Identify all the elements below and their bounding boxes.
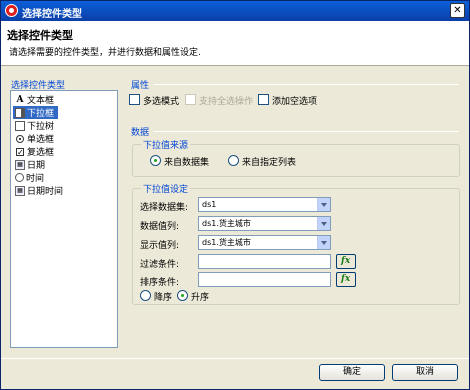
sort-desc-label: 降序 <box>154 293 173 303</box>
dataset-label: 选择数据集: <box>140 203 189 213</box>
type-item-radio[interactable]: 单选框 <box>13 132 58 145</box>
select-all-label: 支持全选操作 <box>199 97 254 107</box>
source-list-label: 来自指定列表 <box>242 158 297 168</box>
properties-divider <box>154 84 459 85</box>
footer-divider <box>1 358 469 359</box>
properties-label: 属性 <box>131 81 150 91</box>
source-list-radio[interactable] <box>228 155 239 166</box>
type-item-label: 日期 <box>27 161 46 171</box>
title-bar[interactable]: 选择控件类型 ✕ <box>1 1 469 21</box>
radio-icon <box>16 134 24 143</box>
filter-label: 过滤条件: <box>140 260 180 270</box>
dialog-window: 选择控件类型 ✕ 选择控件类型 请选择需要的控件类型，并进行数据和属性设定. 选… <box>0 0 470 390</box>
dataset-select[interactable]: ds1 <box>198 197 331 212</box>
type-item-combobox[interactable]: 下拉框 <box>13 106 59 119</box>
type-item-date[interactable]: ▦ 日期 <box>13 158 49 171</box>
type-item-datetime[interactable]: ▦ 日期时间 <box>13 184 67 197</box>
cancel-button[interactable]: 取消 <box>392 364 458 381</box>
type-item-tree[interactable]: 下拉树 <box>13 119 58 132</box>
sort-asc-radio[interactable] <box>177 290 188 301</box>
combobox-icon <box>15 107 25 118</box>
formula-icon: fx <box>341 274 351 284</box>
type-item-label: 下拉树 <box>27 122 55 132</box>
chevron-down-icon[interactable] <box>317 198 330 211</box>
sort-desc-radio[interactable] <box>140 290 151 301</box>
tree-icon <box>15 120 25 131</box>
sort-label: 排序条件: <box>140 278 180 288</box>
settings-groupbox: 下拉值设定 选择数据集: ds1 数据值列: ds1.货主城市 显示值列: ds… <box>132 182 460 305</box>
window-title: 选择控件类型 <box>22 9 82 20</box>
select-all-checkbox[interactable] <box>185 94 196 105</box>
source-group-title: 下拉值来源 <box>141 138 191 151</box>
data-divider <box>154 131 459 132</box>
data-column-label: 数据值列: <box>140 222 180 232</box>
close-button[interactable]: ✕ <box>450 3 465 18</box>
sort-input[interactable] <box>198 272 331 287</box>
dialog-header: 选择控件类型 请选择需要的控件类型，并进行数据和属性设定. <box>1 21 469 66</box>
header-title: 选择控件类型 <box>7 29 73 42</box>
dataset-select-value: ds1 <box>202 200 217 209</box>
sort-asc-label: 升序 <box>191 293 210 303</box>
header-description: 请选择需要的控件类型，并进行数据和属性设定. <box>9 48 201 58</box>
display-column-select-value: ds1.货主城市 <box>202 238 251 247</box>
sort-formula-button[interactable]: fx <box>336 272 356 287</box>
datetime-icon: ▦ <box>15 185 25 196</box>
data-column-select-value: ds1.货主城市 <box>202 219 251 228</box>
filter-input[interactable] <box>198 254 331 269</box>
source-dataset-label: 来自数据集 <box>164 158 210 168</box>
checkbox-icon: ✓ <box>16 147 24 157</box>
multi-select-label: 多选模式 <box>143 97 180 107</box>
filter-formula-button[interactable]: fx <box>336 254 356 269</box>
chevron-down-icon[interactable] <box>317 236 330 249</box>
app-icon <box>5 4 18 17</box>
type-item-label: 复选框 <box>27 148 55 158</box>
settings-group-title: 下拉值设定 <box>141 182 191 195</box>
settings-panel: 属性 多选模式 支持全选操作 添加空选项 数据 下拉值来源 来自数据集 来自指定… <box>124 78 464 348</box>
chevron-down-icon[interactable] <box>317 217 330 230</box>
type-item-label: 单选框 <box>27 135 55 145</box>
type-item-label: 时间 <box>26 174 45 184</box>
formula-icon: fx <box>341 256 351 266</box>
date-icon: ▦ <box>15 159 25 170</box>
source-dataset-radio[interactable] <box>150 155 161 166</box>
type-item-label: 文本框 <box>27 96 55 106</box>
type-item-checkbox[interactable]: ✓ 复选框 <box>13 145 58 158</box>
type-item-label: 下拉框 <box>27 109 55 119</box>
data-column-select[interactable]: ds1.货主城市 <box>198 216 331 231</box>
add-empty-option-checkbox[interactable] <box>258 94 269 105</box>
type-item-time[interactable]: 时间 <box>13 171 48 184</box>
text-icon: A <box>16 94 24 105</box>
type-item-label: 日期时间 <box>27 187 64 197</box>
time-icon <box>15 173 24 182</box>
data-label: 数据 <box>131 128 150 138</box>
multi-select-checkbox[interactable] <box>129 94 140 105</box>
type-item-textbox[interactable]: A 文本框 <box>13 93 58 107</box>
control-type-list[interactable]: A 文本框 下拉框 下拉树 单选框 ✓ 复选框 ▦ 日期 时间 ▦ 日期时间 <box>10 90 118 348</box>
add-empty-option-label: 添加空选项 <box>272 97 318 107</box>
display-column-select[interactable]: ds1.货主城市 <box>198 235 331 250</box>
display-column-label: 显示值列: <box>140 241 180 251</box>
ok-button[interactable]: 确定 <box>319 364 385 381</box>
source-groupbox: 下拉值来源 来自数据集 来自指定列表 <box>132 138 460 177</box>
